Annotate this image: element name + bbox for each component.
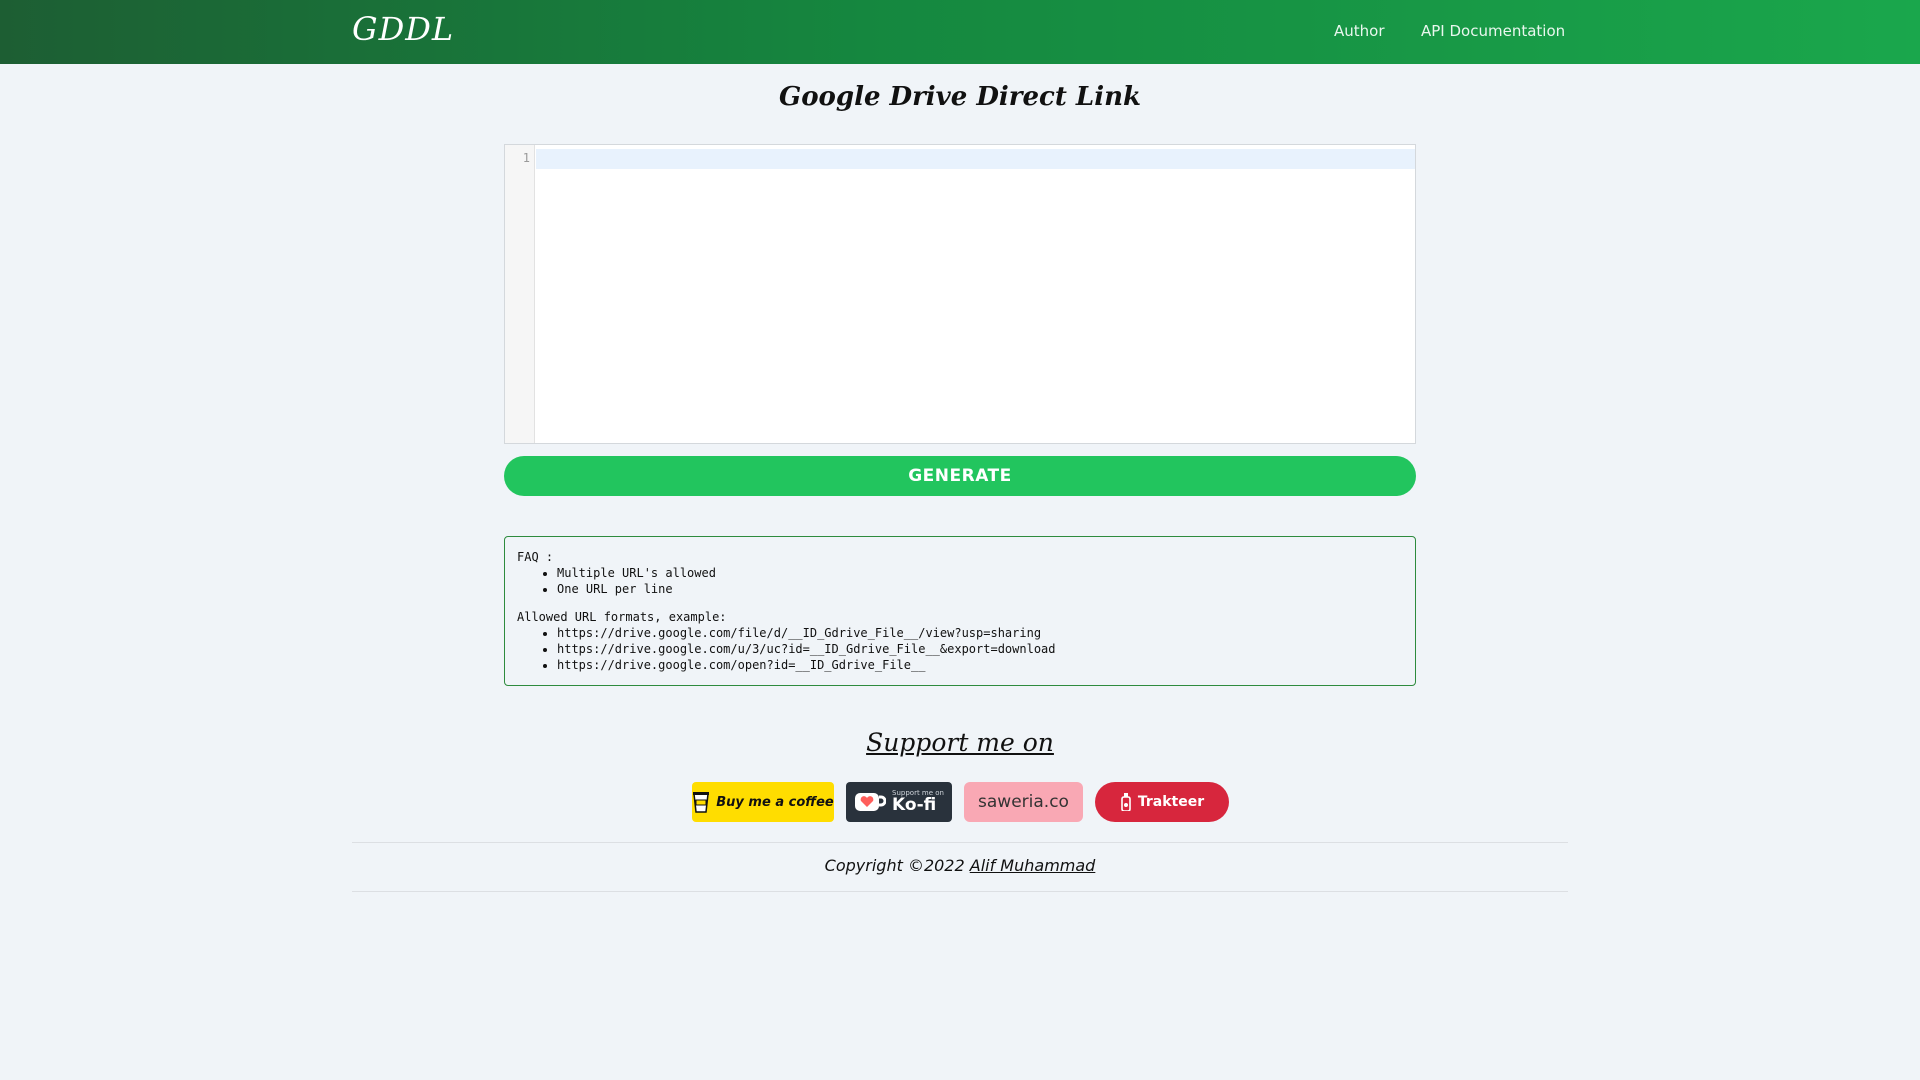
- heart-cup-icon: [855, 793, 887, 811]
- line-number: 1: [522, 151, 530, 165]
- format-item: https://drive.google.com/u/3/uc?id=__ID_…: [557, 641, 1403, 657]
- support-title: Support me on: [866, 728, 1054, 757]
- url-editor[interactable]: 1: [504, 144, 1416, 444]
- faq-item: One URL per line: [557, 581, 1403, 597]
- coffee-cup-icon: [693, 792, 710, 813]
- format-item: https://drive.google.com/open?id=__ID_Gd…: [557, 657, 1403, 673]
- page-title: Google Drive Direct Link: [779, 82, 1141, 112]
- faq-list: Multiple URL's allowed One URL per line: [517, 565, 1403, 597]
- copyright-prefix: Copyright ©2022: [824, 856, 965, 875]
- kofi-button[interactable]: Support me on Ko-fi: [846, 782, 952, 822]
- author-link[interactable]: Alif Muhammad: [970, 856, 1096, 875]
- footer-divider: [352, 842, 1568, 843]
- generate-button[interactable]: GENERATE: [504, 456, 1416, 496]
- format-item: https://drive.google.com/file/d/__ID_Gdr…: [557, 625, 1403, 641]
- nav-link-api-documentation[interactable]: API Documentation: [1421, 22, 1565, 40]
- faq-item: Multiple URL's allowed: [557, 565, 1403, 581]
- footer-divider: [352, 891, 1568, 892]
- formats-heading: Allowed URL formats, example:: [517, 610, 727, 624]
- nav-link-author[interactable]: Author: [1334, 22, 1385, 40]
- kofi-label: Ko-fi: [892, 795, 937, 815]
- faq-box: FAQ : Multiple URL's allowed One URL per…: [504, 536, 1416, 686]
- editor-gutter: 1: [505, 145, 535, 443]
- trakteer-button[interactable]: Trakteer: [1095, 782, 1229, 822]
- bmc-label: Buy me a coffee: [716, 794, 834, 810]
- faq-heading: FAQ :: [517, 550, 554, 564]
- saweria-button[interactable]: saweria.co: [964, 782, 1083, 822]
- brand-logo[interactable]: GDDL: [352, 10, 454, 48]
- saweria-label: saweria.co: [978, 792, 1069, 812]
- navbar: GDDL Author API Documentation: [0, 0, 1920, 64]
- bottle-icon: [1121, 793, 1131, 811]
- buy-me-a-coffee-button[interactable]: Buy me a coffee: [692, 782, 834, 822]
- copyright: Copyright ©2022 Alif Muhammad: [0, 856, 1920, 875]
- trakteer-label: Trakteer: [1137, 794, 1205, 810]
- formats-list: https://drive.google.com/file/d/__ID_Gdr…: [517, 625, 1403, 673]
- url-input[interactable]: [536, 149, 1415, 443]
